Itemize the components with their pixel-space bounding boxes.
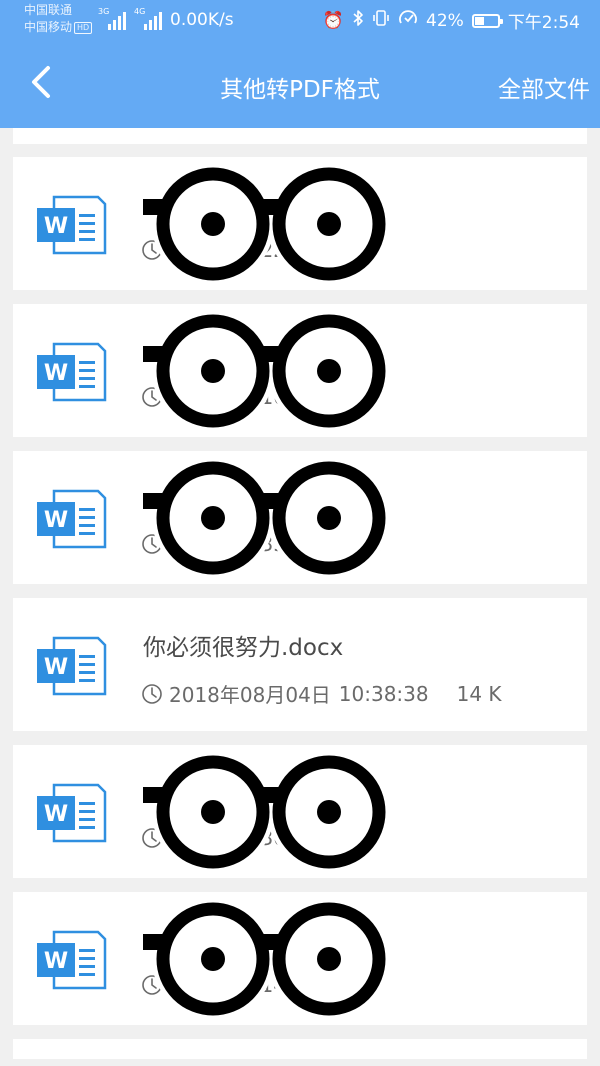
status-bar: 中国联通 中国移动 HD 3G 4G 0.00K/s ⏰ 42% 下午2:54 (0, 0, 600, 44)
svg-text:W: W (44, 508, 68, 533)
carrier-1-label: 中国联通 (24, 3, 73, 17)
privacy-mask-glasses (134, 898, 389, 1020)
file-date: 2018年08月04日 (169, 683, 331, 707)
file-list-item[interactable]: W 联动方案(1)... 08, 8:50:10 134 K (13, 304, 587, 437)
privacy-mask-glasses (134, 310, 389, 432)
svg-text:W: W (44, 802, 68, 827)
word-doc-icon: W (37, 342, 107, 402)
navigation-bar: 其他转PDF格式 全部文件 (0, 44, 600, 128)
carrier-2-label: 中国移动 (24, 20, 73, 34)
word-doc-icon: W (37, 636, 107, 696)
file-list-item[interactable]: W 本推广总结.... 08, 4:08:30 34 K (13, 745, 587, 878)
file-time: 10:38:38 (338, 681, 429, 706)
svg-text:W: W (44, 361, 68, 386)
svg-text:W: W (44, 214, 68, 239)
word-doc-icon: W (37, 195, 107, 255)
signal-2-icon: 4G (134, 8, 164, 30)
privacy-mask-glasses (134, 751, 389, 873)
privacy-mask-glasses (134, 457, 389, 579)
vibrate-icon (372, 9, 390, 32)
clock-icon (142, 683, 162, 704)
file-list-item[interactable]: W 08, 0:37:35 2.21 M (13, 451, 587, 584)
list-item-partial-top (13, 128, 587, 144)
carrier-2-row: 中国移动 HD (24, 19, 93, 36)
file-meta: 2018年08月04日 10:38:38 14 K (141, 679, 502, 708)
word-doc-icon: W (37, 489, 107, 549)
alarm-icon: ⏰ (322, 10, 345, 31)
all-files-button[interactable]: 全部文件 (498, 70, 590, 104)
header: 中国联通 中国移动 HD 3G 4G 0.00K/s ⏰ 42% 下午2:54 … (0, 0, 600, 128)
status-right: ⏰ 42% 下午2:54 (323, 8, 580, 33)
bluetooth-icon (352, 9, 364, 32)
clock-time: 下午2:54 (507, 13, 580, 33)
network-speed: 0.00K/s (170, 10, 234, 30)
privacy-mask-glasses (134, 163, 389, 285)
data-saver-icon (398, 9, 418, 32)
signal-indicators: 3G 4G (98, 8, 164, 30)
svg-text:W: W (44, 949, 68, 974)
hd-badge: HD (74, 21, 93, 34)
file-list-item[interactable]: W 联动方案.d... 08, 6:17:14 134 K (13, 892, 587, 1025)
svg-text:W: W (44, 655, 68, 680)
word-doc-icon: W (37, 930, 107, 990)
file-list-item[interactable]: W 方案.docx 07, 9:26:22 32 K (13, 157, 587, 290)
list-item-partial-bottom (13, 1039, 587, 1059)
battery-percent: 42% (426, 10, 464, 31)
file-size: 14 K (456, 681, 502, 706)
carrier-info: 中国联通 中国移动 HD (24, 2, 93, 36)
file-name: 你必须很努力.docx (143, 635, 344, 661)
word-doc-icon: W (37, 783, 107, 843)
battery-icon (471, 13, 503, 28)
file-list-item[interactable]: W 你必须很努力.docx 2018年08月04日 10:38:38 14 K (13, 598, 587, 731)
signal-1-icon: 3G (98, 8, 128, 30)
